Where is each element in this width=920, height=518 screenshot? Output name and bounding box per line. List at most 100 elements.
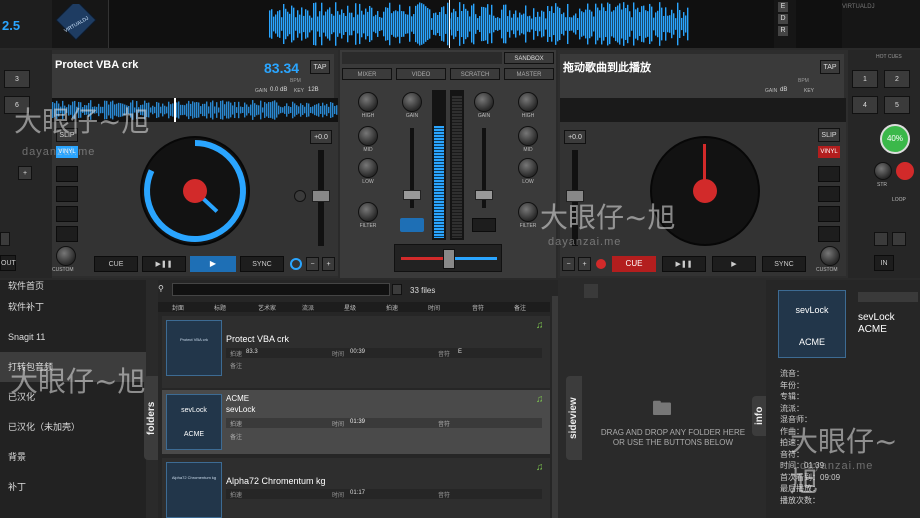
table-row[interactable]: sevLock ACME ACME sevLock 拍速 时间 01:39 音符… (162, 390, 550, 454)
hotcue-5-button[interactable]: 5 (884, 96, 910, 114)
str-knob[interactable] (874, 162, 892, 180)
gain-left-knob[interactable] (402, 92, 422, 112)
deck-right-platter[interactable] (650, 136, 760, 246)
eq-left-high-knob[interactable] (358, 92, 378, 112)
deck-right-pad-3[interactable] (818, 206, 840, 222)
deck-left-pad-4[interactable] (56, 226, 78, 242)
eq-right-low-knob[interactable] (518, 158, 538, 178)
deck-left-plus-button[interactable]: + (322, 257, 335, 271)
sidebar-item[interactable]: 软件补丁 (0, 292, 146, 322)
col-artist[interactable]: 艺术家 (258, 303, 276, 312)
deck-right-sync-button[interactable]: SYNC (762, 256, 806, 272)
deck-left-pitch-slider[interactable] (312, 190, 330, 202)
deck-left-minus-button[interactable]: − (306, 257, 319, 271)
col-genre[interactable]: 流派 (302, 303, 314, 312)
eq-left-filter-knob[interactable] (358, 202, 378, 222)
table-row[interactable]: Alpha72 Chromentum kg Alpha72 Chromentum… (162, 458, 550, 518)
gain-right-knob[interactable] (474, 92, 494, 112)
overview-waveform[interactable] (108, 0, 774, 48)
browser-scrollbar[interactable] (552, 296, 558, 518)
r-button[interactable]: R (778, 26, 788, 36)
deck-left-custom-knob[interactable] (56, 246, 76, 266)
headphone-right-button[interactable] (472, 218, 496, 232)
deck-right-custom-knob[interactable] (820, 246, 840, 266)
deck-left-cue-button[interactable]: CUE (94, 256, 138, 272)
hotcue-2-button[interactable]: 2 (884, 70, 910, 88)
d-button[interactable]: D (778, 14, 788, 24)
col-comment[interactable]: 备注 (514, 303, 526, 312)
deck-left-slip-button[interactable]: SLIP (56, 128, 78, 142)
sidebar-item[interactable]: 已汉化（未加壳） (0, 412, 146, 442)
loop-roll-indicator[interactable]: 40% (880, 124, 910, 154)
crossfader-handle[interactable] (443, 249, 455, 269)
deck-left-pad-3[interactable] (56, 206, 78, 222)
sandbox-button[interactable]: SANDBOX (504, 52, 554, 64)
info-preview-bar[interactable] (858, 292, 918, 302)
col-bpm[interactable]: 拍速 (386, 303, 398, 312)
volume-right-fader[interactable] (475, 190, 493, 200)
deck-right-pad-1[interactable] (818, 166, 840, 182)
sideview-button[interactable] (584, 284, 598, 298)
deck-left-sync-button[interactable]: SYNC (240, 256, 284, 272)
deck-left-waveform[interactable] (52, 98, 338, 122)
left-arrow-button[interactable] (0, 232, 10, 246)
deck-left-pad-2[interactable] (56, 186, 78, 202)
eq-right-filter-knob[interactable] (518, 202, 538, 222)
deck-right-pitch-slider[interactable] (566, 190, 584, 202)
sidebar-item[interactable]: 背景 (0, 442, 146, 472)
deck-left-vinyl-button[interactable]: VINYL (56, 146, 78, 158)
hotcue-1-button[interactable]: 1 (852, 70, 878, 88)
fx-knob[interactable] (896, 162, 914, 180)
hotcue-3-button[interactable]: 3 (4, 70, 30, 88)
eq-right-high-knob[interactable] (518, 92, 538, 112)
col-key[interactable]: 音符 (472, 303, 484, 312)
deck-right-waveform[interactable] (560, 98, 846, 122)
deck-right-pitch-lock-icon[interactable] (596, 259, 606, 269)
sidebar-item[interactable]: 补丁 (0, 472, 146, 502)
sidebar-item[interactable]: 软件首页 (0, 280, 146, 292)
sidebar-item[interactable]: 已汉化 (0, 382, 146, 412)
deck-left-platter[interactable] (140, 136, 250, 246)
e-button[interactable]: E (778, 2, 788, 12)
deck-left-pitch-reset[interactable] (294, 190, 306, 202)
hotcue-4-button[interactable]: 4 (852, 96, 878, 114)
deck-left-pitch-lock-icon[interactable] (290, 258, 302, 270)
loop-next-button[interactable] (892, 232, 906, 246)
sidebar-item[interactable]: 打转包音频 (0, 352, 146, 382)
deck-right-stutter-button[interactable]: ▶❚❚ (662, 256, 706, 272)
deck-right-plus-button[interactable]: + (578, 257, 591, 271)
deck-right-tap-button[interactable]: TAP (820, 60, 840, 74)
plus-button[interactable]: + (18, 166, 32, 180)
tab-master[interactable]: MASTER (504, 68, 554, 80)
eq-left-low-knob[interactable] (358, 158, 378, 178)
deck-right-play-button[interactable]: ▶ (712, 256, 756, 272)
col-rating[interactable]: 星级 (344, 303, 356, 312)
col-cover[interactable]: 封面 (172, 303, 184, 312)
loop-in-button[interactable]: IN (874, 255, 894, 271)
deck-right-vinyl-button[interactable]: VINYL (818, 146, 840, 158)
search-clear-button[interactable] (392, 284, 402, 295)
deck-left-tap-button[interactable]: TAP (310, 60, 330, 74)
eq-left-mid-knob[interactable] (358, 126, 378, 146)
deck-left-stutter-button[interactable]: ▶❚❚ (142, 256, 186, 272)
deck-left-pad-1[interactable] (56, 166, 78, 182)
deck-left-play-button[interactable]: ▶ (190, 256, 236, 272)
headphone-left-button[interactable] (400, 218, 424, 232)
deck-right-minus-button[interactable]: − (562, 257, 575, 271)
search-input[interactable] (172, 283, 390, 296)
deck-right-pad-4[interactable] (818, 226, 840, 242)
col-time[interactable]: 时间 (428, 303, 440, 312)
deck-right-pad-2[interactable] (818, 186, 840, 202)
col-title[interactable]: 标题 (214, 303, 226, 312)
eq-right-mid-knob[interactable] (518, 126, 538, 146)
hotcue-6-button[interactable]: 6 (4, 96, 30, 114)
deck-right-slip-button[interactable]: SLIP (818, 128, 840, 142)
sidebar-item[interactable]: Snagit 11 (0, 322, 146, 352)
deck-right-cue-button[interactable]: CUE (612, 256, 656, 272)
tab-mixer[interactable]: MIXER (342, 68, 392, 80)
loop-prev-button[interactable] (874, 232, 888, 246)
sideview-tab[interactable]: sideview (566, 376, 582, 460)
tab-video[interactable]: VIDEO (396, 68, 446, 80)
table-row[interactable]: Protect VBA crk Protect VBA crk 拍速 83.3 … (162, 316, 550, 388)
out-button[interactable]: OUT (0, 255, 16, 271)
